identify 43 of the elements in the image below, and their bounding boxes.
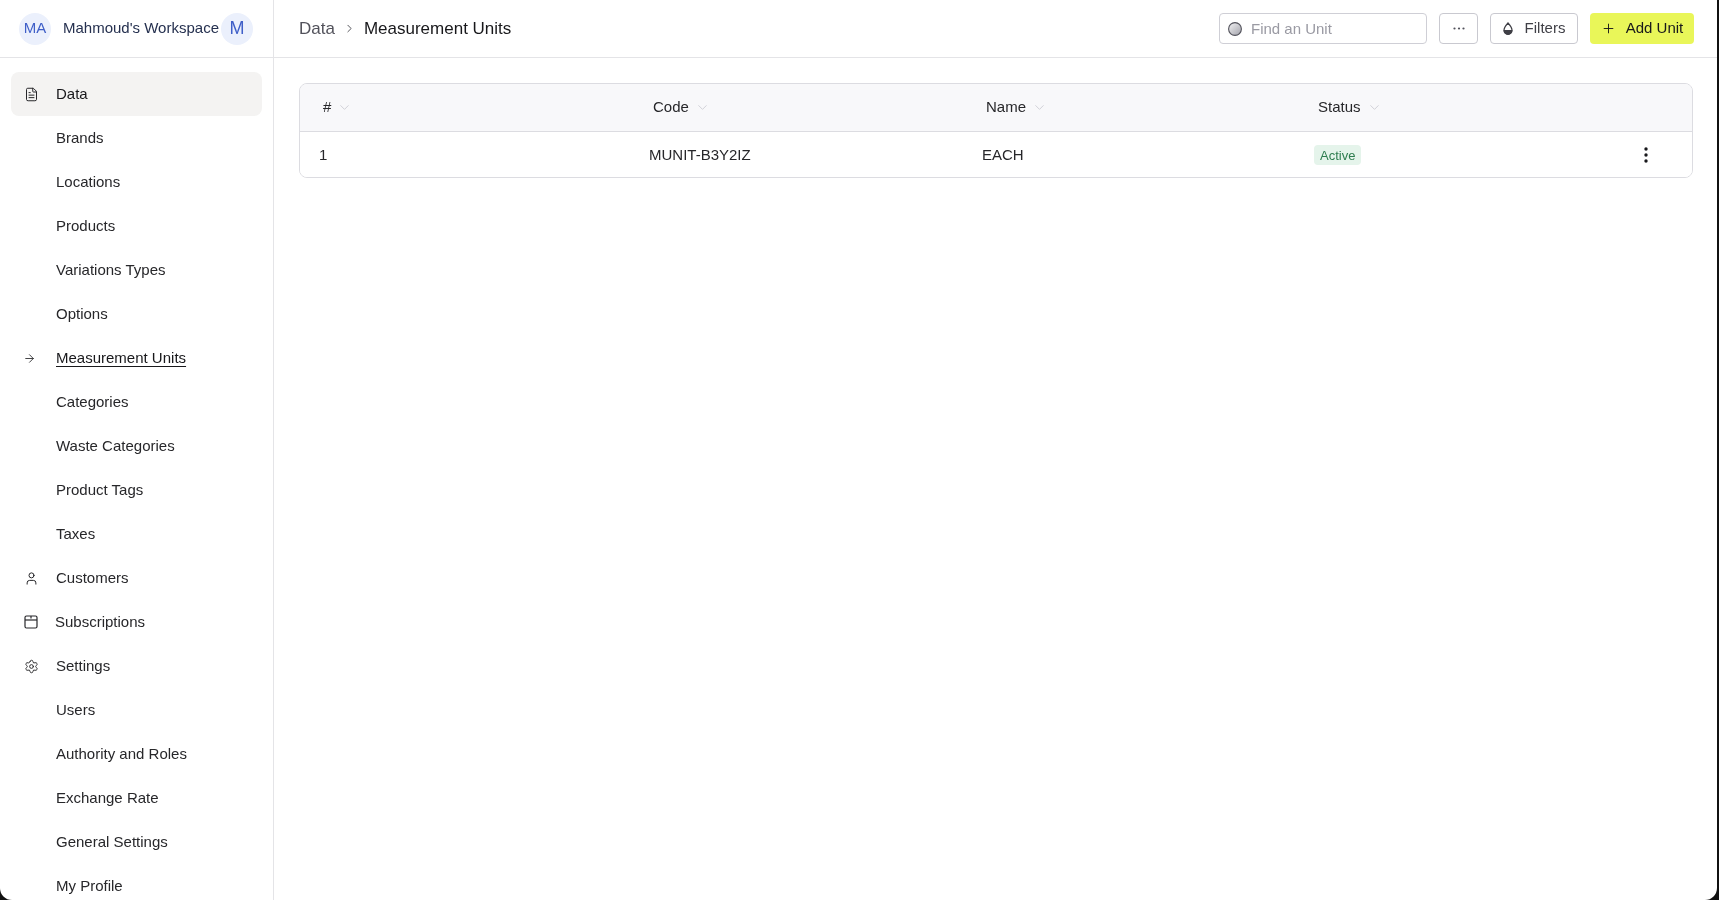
user-avatar[interactable]: M (221, 12, 253, 45)
sidebar-item[interactable]: Customers (11, 556, 262, 600)
person-icon (24, 570, 39, 586)
sidebar-subitem[interactable]: Taxes (56, 522, 96, 546)
sidebar-subitem[interactable]: Exchange Rate (56, 786, 159, 810)
sidebar-subitem[interactable]: Locations (56, 170, 121, 194)
sidebar-subitem[interactable]: Variations Types (56, 258, 166, 282)
box-icon (24, 615, 38, 629)
sidebar-subitem[interactable]: Measurement Units (56, 346, 187, 370)
ellipsis-icon (1452, 27, 1465, 30)
column-header[interactable]: # (323, 96, 353, 119)
sidebar-item[interactable]: Settings (11, 644, 262, 688)
sidebar-item[interactable]: Subscriptions (11, 600, 262, 644)
breadcrumb-link[interactable]: Data (299, 15, 335, 42)
status-badge: Active (1314, 145, 1362, 166)
sidebar-subitem[interactable]: Products (56, 214, 116, 238)
settings-icon (24, 658, 39, 674)
plus-icon (1600, 21, 1616, 36)
drop-icon (1502, 22, 1513, 35)
table-cell: 1 (319, 145, 328, 163)
column-header[interactable]: Status (1318, 96, 1382, 119)
kebab-icon (1644, 146, 1648, 163)
sidebar-subitem[interactable]: My Profile (56, 874, 123, 898)
sidebar-subitem[interactable]: Options (56, 302, 108, 326)
sidebar-subitem[interactable]: Product Tags (56, 478, 144, 502)
sidebar-item[interactable]: Data (11, 72, 262, 116)
sidebar-subitem[interactable]: Authority and Roles (56, 742, 187, 766)
table-cell: EACH (982, 145, 1024, 163)
column-header[interactable]: Name (986, 96, 1047, 119)
column-header[interactable]: Code (653, 96, 710, 119)
add-unit-button[interactable]: Add Unit (1590, 13, 1694, 44)
document-icon (24, 86, 39, 102)
sidebar-subitem[interactable]: Waste Categories (56, 434, 175, 458)
workspace-avatar: MA (19, 12, 51, 45)
search-field[interactable]: Find an Unit (1219, 13, 1427, 44)
sidebar-subitem[interactable]: Brands (56, 126, 104, 150)
filters-button[interactable]: Filters (1490, 13, 1578, 44)
workspace-name[interactable]: Mahmoud's Workspace (63, 17, 219, 40)
sidebar-subitem[interactable]: Categories (56, 390, 129, 414)
sidebar-subitem[interactable]: Users (56, 698, 96, 722)
sidebar-subitem[interactable]: General Settings (56, 830, 168, 854)
table-cell: MUNIT-B3Y2IZ (649, 145, 751, 163)
page-title: Measurement Units (363, 17, 512, 40)
